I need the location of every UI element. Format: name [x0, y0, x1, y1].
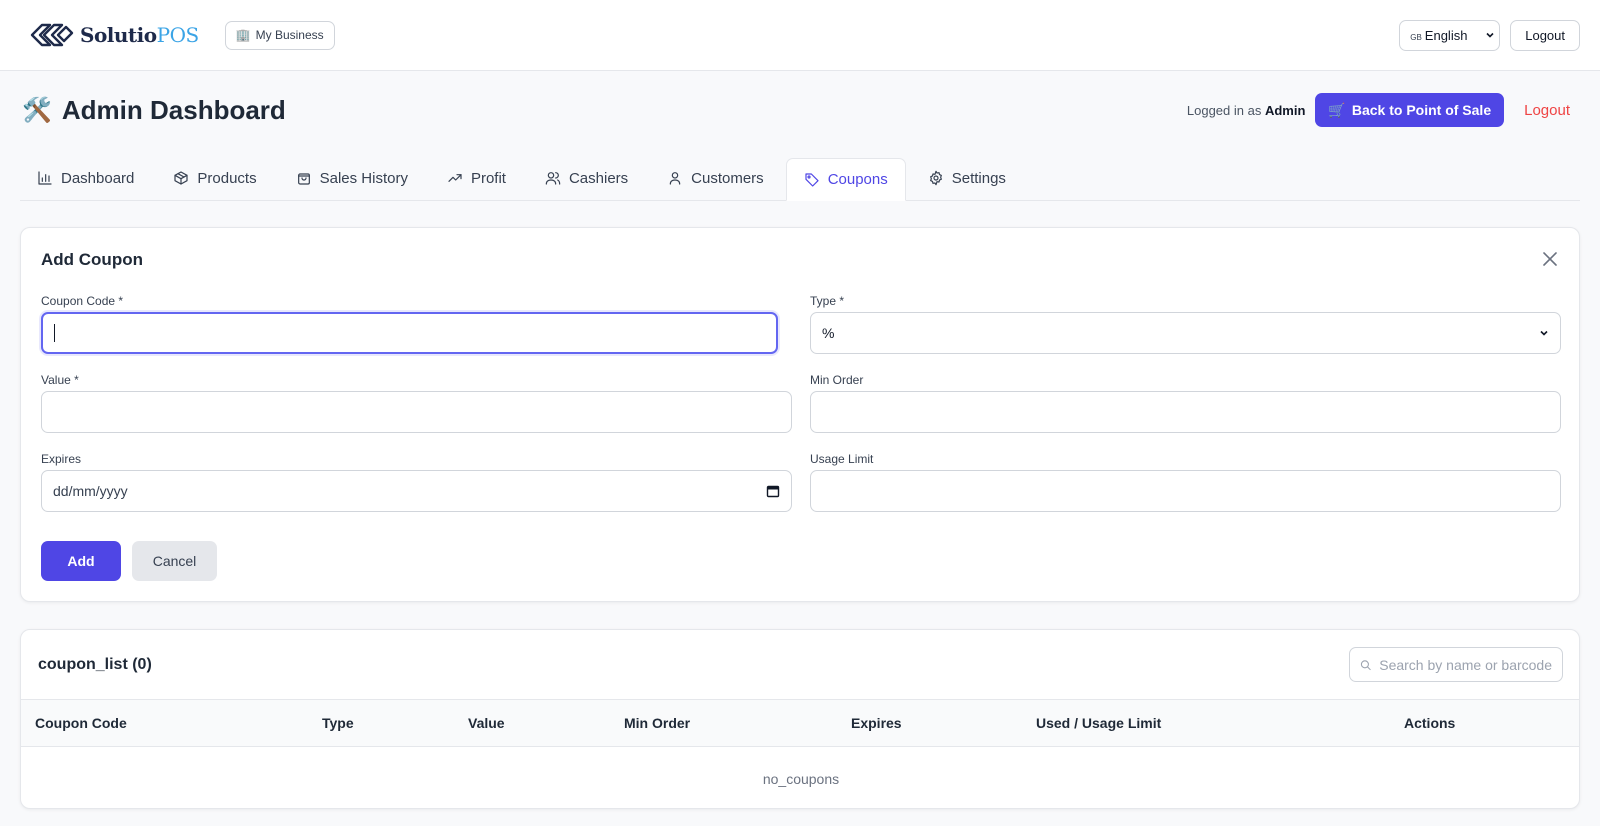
expires-date-input[interactable]: dd/mm/yyyy	[41, 470, 792, 512]
tab-label: Settings	[951, 169, 1006, 187]
column-header-coupon-code[interactable]: Coupon Code	[35, 715, 127, 731]
tab-coupons[interactable]: Coupons	[785, 158, 906, 201]
calendar-icon[interactable]	[766, 484, 780, 498]
language-select[interactable]: GB English	[1399, 19, 1501, 51]
column-header-min-order[interactable]: Min Order	[624, 715, 690, 731]
tab-dashboard[interactable]: Dashboard	[20, 156, 151, 200]
type-field: Type * %	[810, 294, 1561, 354]
user-icon	[669, 172, 681, 185]
chevron-down-icon	[1540, 330, 1548, 336]
type-select[interactable]: %	[810, 312, 1561, 354]
type-label: Type *	[810, 294, 845, 308]
tab-label: Customers	[691, 169, 764, 187]
cancel-button[interactable]: Cancel	[132, 541, 217, 581]
column-header-value[interactable]: Value	[468, 715, 505, 731]
tag-icon	[805, 172, 819, 187]
usage-limit-label: Usage Limit	[810, 452, 874, 466]
flag-icon: GB	[1410, 32, 1422, 42]
page-title: Admin Dashboard	[61, 94, 286, 125]
business-selector-button[interactable]: 🏢 My Business	[224, 20, 335, 50]
tab-customers[interactable]: Customers	[650, 156, 781, 200]
min-order-input[interactable]	[810, 391, 1561, 433]
tab-label: Products	[197, 169, 257, 187]
chevron-down-icon	[1486, 32, 1494, 38]
header-logout-link[interactable]: Logout	[1524, 102, 1570, 119]
tab-label: Profit	[470, 169, 506, 187]
expires-label: Expires	[41, 452, 82, 466]
tools-icon: 🛠️	[22, 96, 52, 124]
logo-icon	[30, 23, 74, 47]
logo[interactable]: SolutioPOS	[28, 20, 199, 50]
column-header-expires[interactable]: Expires	[851, 715, 902, 731]
type-selected-value: %	[822, 325, 835, 341]
close-icon[interactable]	[1541, 250, 1559, 268]
usage-limit-input[interactable]	[810, 470, 1561, 512]
bar-chart-icon	[38, 171, 52, 185]
shopping-bag-icon	[297, 173, 310, 185]
gear-icon	[929, 170, 942, 186]
search-input[interactable]: Search by name or barcode	[1349, 647, 1563, 682]
top-logout-button[interactable]: Logout	[1510, 19, 1580, 51]
back-to-pos-button[interactable]: 🛒 Back to Point of Sale	[1315, 93, 1505, 127]
add-button[interactable]: Add	[41, 541, 121, 581]
form-title: Add Coupon	[41, 250, 143, 269]
tab-settings[interactable]: Settings	[911, 156, 1023, 200]
value-label: Value *	[41, 373, 79, 387]
empty-state-text: no_coupons	[762, 771, 840, 787]
value-field: Value *	[41, 373, 792, 433]
trending-up-icon	[448, 174, 462, 182]
tab-label: Sales History	[319, 169, 408, 187]
min-order-label: Min Order	[810, 373, 864, 387]
usage-limit-field: Usage Limit	[810, 452, 1561, 512]
top-bar: SolutioPOS 🏢 My Business GB English Logou…	[0, 0, 1600, 71]
expires-placeholder: dd/mm/yyyy	[53, 483, 128, 499]
box-icon	[174, 171, 188, 185]
users-icon	[545, 172, 561, 185]
search-placeholder: Search by name or barcode	[1379, 656, 1552, 673]
search-icon	[1360, 659, 1371, 670]
language-label: English	[1424, 27, 1468, 43]
coupon-code-label: Coupon Code *	[41, 294, 124, 308]
tab-label: Cashiers	[568, 169, 629, 187]
tab-products[interactable]: Products	[156, 156, 273, 200]
coupon-code-input[interactable]	[41, 312, 778, 354]
business-label: My Business	[255, 28, 324, 42]
tab-sales-history[interactable]: Sales History	[279, 156, 425, 200]
expires-field: Expires dd/mm/yyyy	[41, 452, 792, 512]
logged-in-user: Admin	[1264, 102, 1306, 118]
building-icon: 🏢	[235, 28, 251, 42]
min-order-field: Min Order	[810, 373, 1561, 433]
tab-profit[interactable]: Profit	[430, 156, 523, 200]
page-header: 🛠️ Admin Dashboard Logged in as Admin 🛒 …	[22, 90, 1578, 130]
column-header-type[interactable]: Type	[322, 715, 354, 731]
column-header-actions: Actions	[1404, 715, 1456, 731]
back-to-pos-label: Back to Point of Sale	[1351, 102, 1492, 118]
tab-bar: Dashboard Products Sales History Profit …	[20, 152, 1580, 201]
tab-label: Dashboard	[61, 169, 135, 187]
value-input[interactable]	[41, 391, 792, 433]
cart-icon: 🛒	[1328, 101, 1346, 118]
tab-cashiers[interactable]: Cashiers	[528, 156, 645, 200]
column-header-usage[interactable]: Used / Usage Limit	[1036, 715, 1161, 731]
add-coupon-card: Add Coupon Coupon Code * Type * % Value …	[20, 227, 1580, 602]
coupon-list-card: coupon_list (0) Search by name or barcod…	[20, 629, 1580, 809]
table-header: Coupon Code Type Value Min Order Expires…	[21, 699, 1579, 747]
coupon-list-title: coupon_list (0)	[38, 656, 152, 673]
coupon-code-field: Coupon Code *	[41, 294, 778, 354]
logo-text: SolutioPOS	[80, 23, 199, 47]
text-caret	[54, 324, 55, 342]
logged-in-status: Logged in as Admin	[1186, 102, 1306, 118]
tab-label: Coupons	[827, 171, 888, 188]
